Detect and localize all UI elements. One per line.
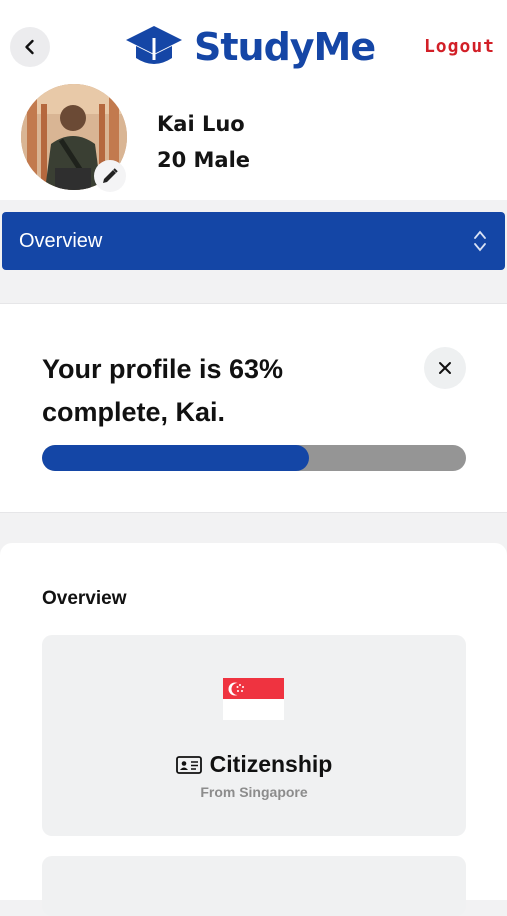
brand-name: StudyMe [194,25,376,69]
profile-progress-title: Your profile is 63% complete, Kai. [42,354,284,427]
citizenship-title: Citizenship [209,751,333,777]
overview-tile-partial[interactable] [42,856,466,916]
user-name: Kai Luo [157,112,245,136]
studyme-logo: StudyMe [124,22,376,72]
id-card-icon [175,755,202,774]
singapore-flag-icon [223,678,284,720]
header: StudyMe Logout Kai Luo 20 Male [0,0,507,200]
close-icon [439,362,451,374]
chevron-up-down-icon [474,230,486,252]
overview-heading: Overview [42,588,127,609]
section-select[interactable]: Overview [2,212,505,270]
citizenship-subtitle: From Singapore [200,784,308,800]
profile-progress-fill [42,445,310,471]
user-age-gender: 20 Male [157,148,251,172]
citizenship-tile[interactable]: Citizenship From Singapore [42,635,466,836]
citizenship-title-row: Citizenship [42,751,466,778]
pencil-icon [103,168,118,183]
section-select-value: Overview [19,229,103,252]
profile-progress-bar [42,445,466,471]
overview-card: Overview Citizenship From Singapore [0,543,507,916]
close-button[interactable] [424,347,466,389]
edit-avatar-button[interactable] [94,160,126,192]
profile-progress-card: Your profile is 63% complete, Kai. [0,303,507,513]
graduation-cap-icon [126,26,182,64]
chevron-left-icon [25,39,34,55]
logout-link[interactable]: Logout [424,36,495,57]
back-button[interactable] [10,27,50,67]
